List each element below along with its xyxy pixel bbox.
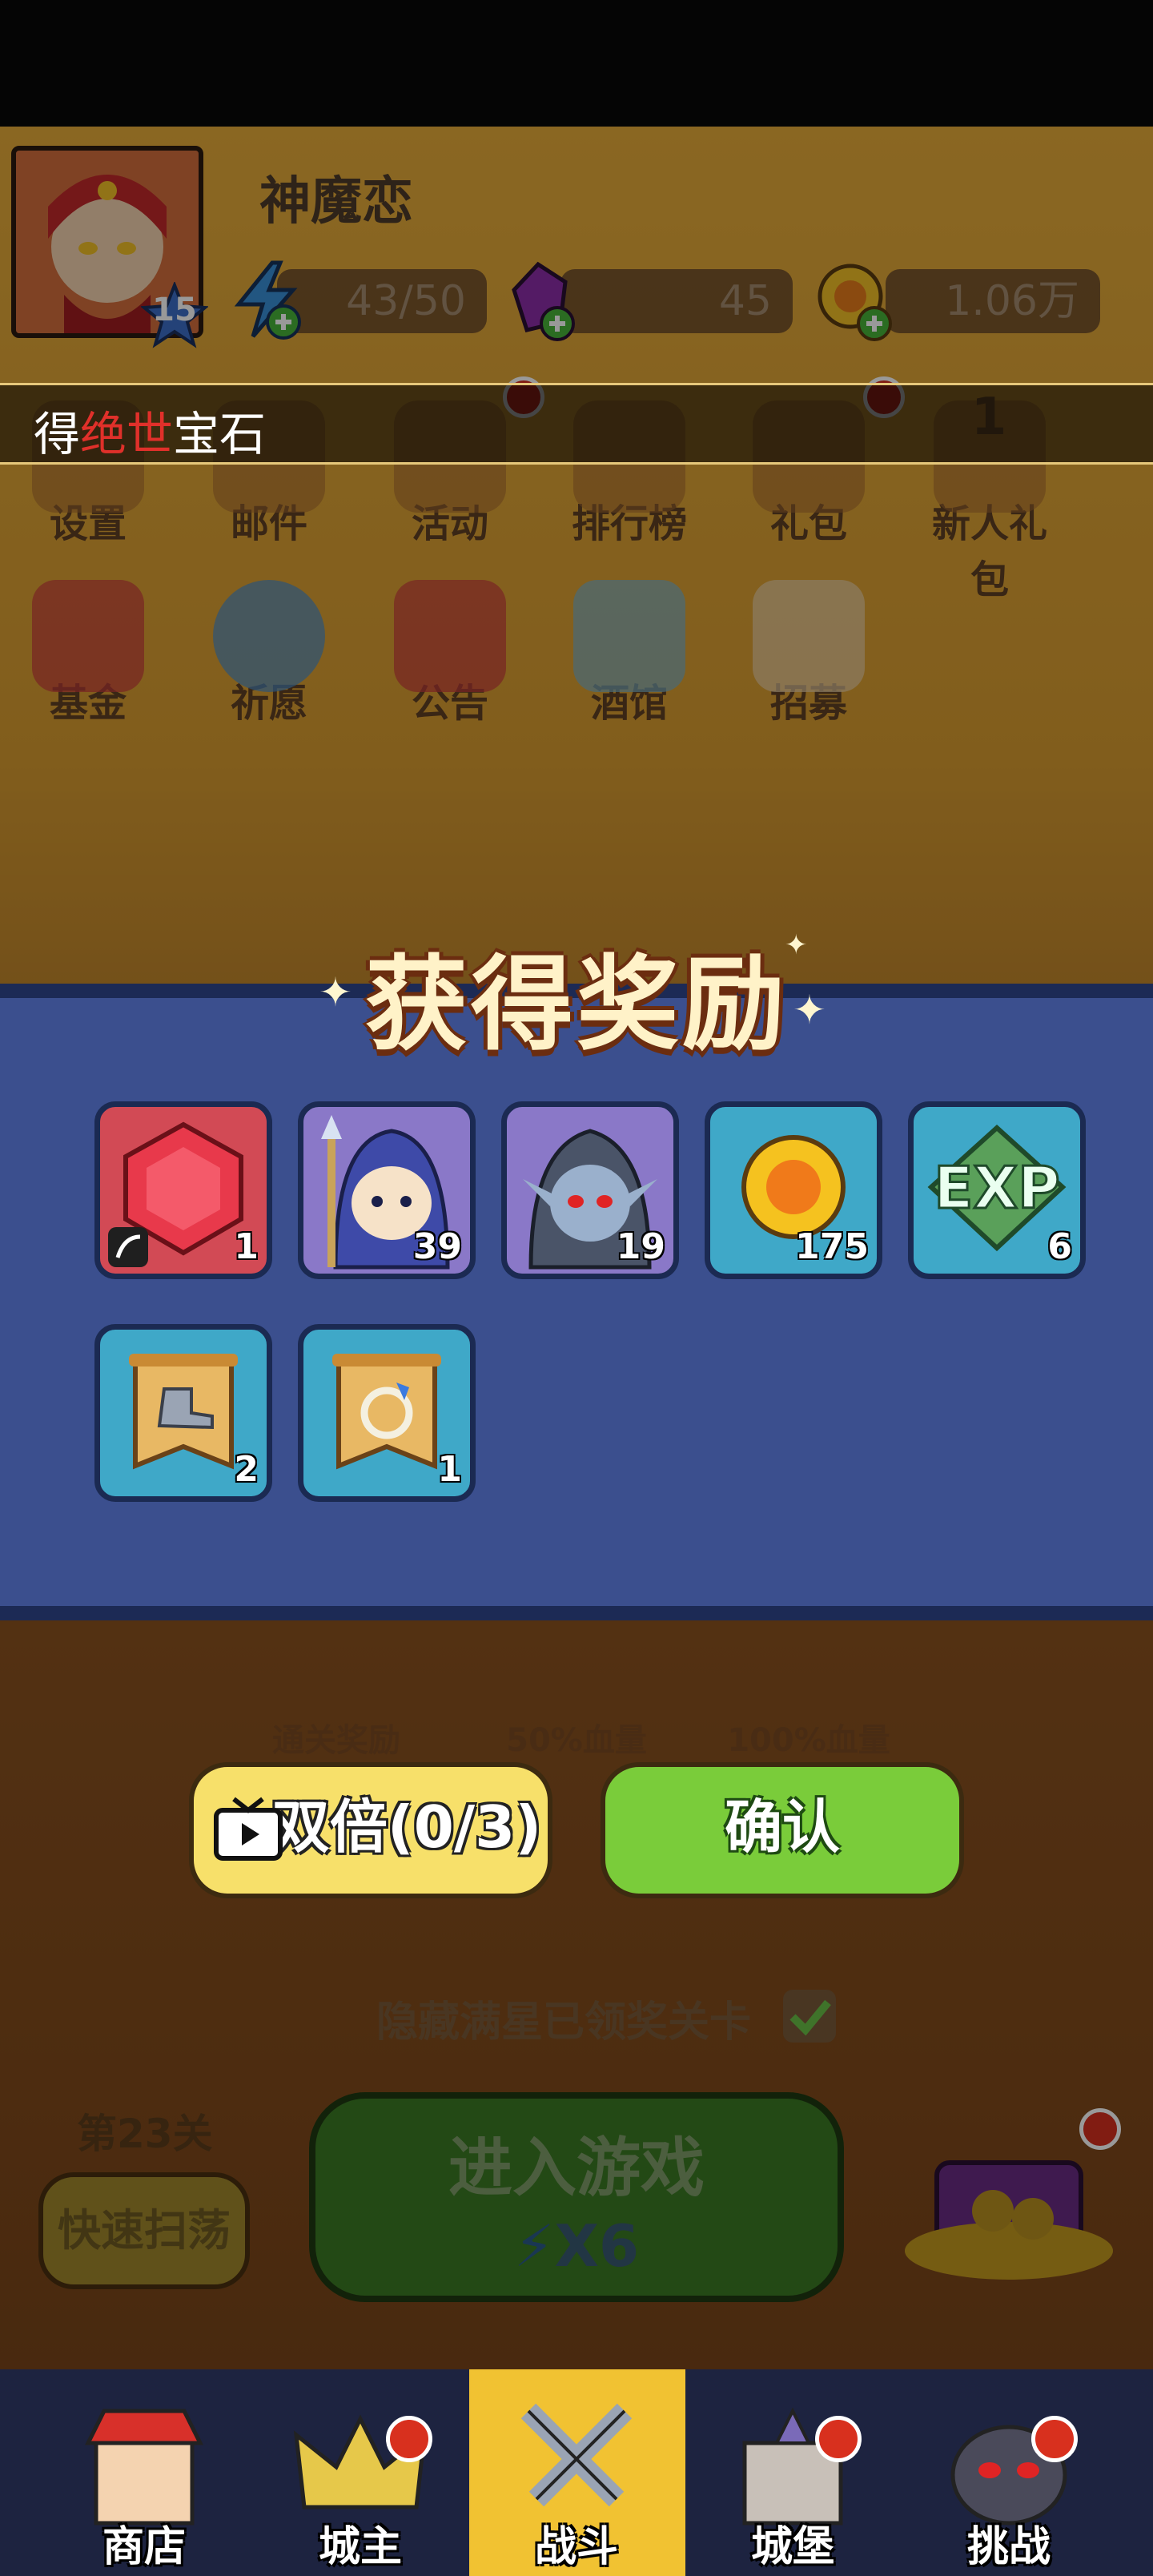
reward-item-boot-scroll[interactable]: 2 [94, 1324, 272, 1502]
reward-title-banner: 获得奖励 [336, 921, 817, 1065]
tab-challenge[interactable]: 挑战 [929, 2387, 1089, 2576]
tab-lord[interactable]: 城主 [280, 2387, 440, 2576]
svg-text:EXP: EXP [934, 1154, 1059, 1222]
double-reward-button[interactable]: 双倍(0/3) [189, 1762, 552, 1898]
sparkle-icon: ✦ [785, 929, 808, 961]
reward-item-ruby[interactable]: 1 [94, 1101, 272, 1279]
tab-notification-dot [1031, 2416, 1078, 2462]
reward-dialog [0, 984, 1153, 1620]
reward-item-exp[interactable]: EXP 6 [908, 1101, 1086, 1279]
reward-item-ring-scroll[interactable]: 1 [298, 1324, 476, 1502]
tab-battle[interactable]: 战斗 [496, 2387, 657, 2576]
sparkle-icon: ✦ [793, 987, 826, 1033]
reward-item-mage-hero[interactable]: 39 [298, 1101, 476, 1279]
shop-icon [84, 2409, 204, 2526]
reward-title: 获得奖励 [364, 945, 788, 1065]
marquee-banner: 得绝世宝石 [0, 383, 1153, 465]
reward-item-gold[interactable]: 175 [705, 1101, 882, 1279]
tv-ad-icon [214, 1797, 283, 1861]
marquee-text: 得绝世宝石 [34, 407, 267, 461]
reward-item-elf-hero[interactable]: 19 [501, 1101, 679, 1279]
tab-castle[interactable]: 城堡 [713, 2387, 873, 2576]
crossed-swords-icon [520, 2403, 633, 2507]
status-bar [0, 0, 1153, 127]
confirm-button[interactable]: 确认 [601, 1762, 964, 1898]
tab-notification-dot [386, 2416, 432, 2462]
tab-notification-dot [815, 2416, 862, 2462]
tab-shop[interactable]: 商店 [64, 2387, 224, 2576]
sparkle-icon: ✦ [319, 969, 352, 1016]
